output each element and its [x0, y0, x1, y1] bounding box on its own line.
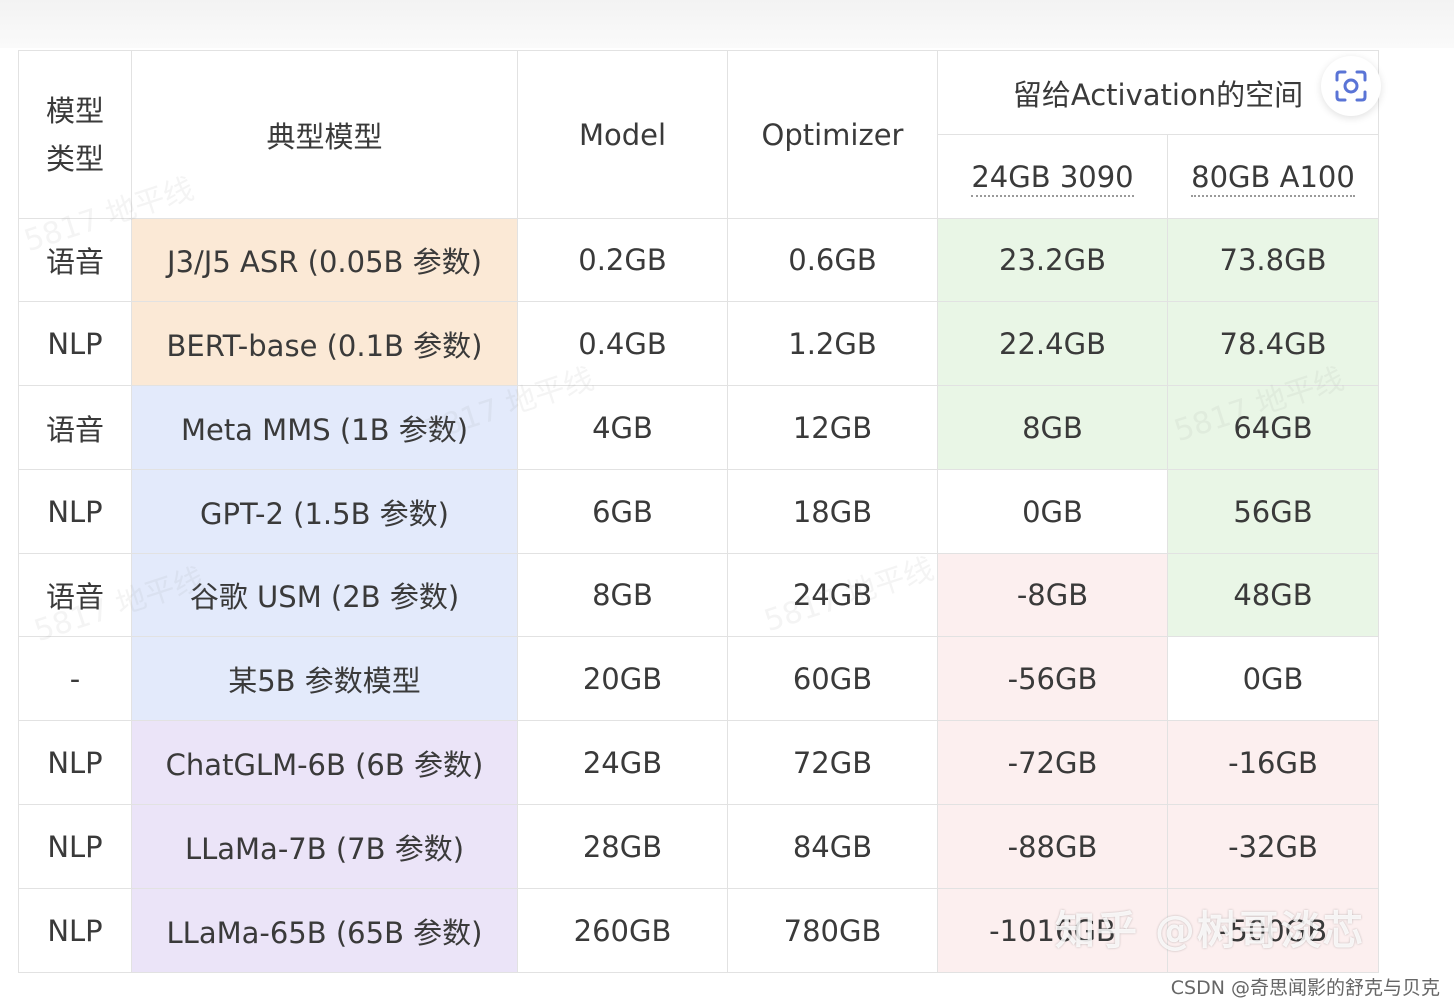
cell-model-size: 24GB: [517, 720, 728, 805]
table-row: 语音 谷歌 USM (2B 参数) 8GB 24GB -8GB 48GB: [18, 553, 1379, 637]
cell-model-name: J3/J5 ASR (0.05B 参数): [131, 218, 518, 302]
cell-optimizer-size: 24GB: [727, 553, 938, 637]
cell-optimizer-size: 60GB: [727, 636, 938, 721]
header-gpu-a100-label: 80GB A100: [1191, 159, 1355, 197]
table-row: NLP BERT-base (0.1B 参数) 0.4GB 1.2GB 22.4…: [18, 301, 1379, 386]
cell-type: -: [18, 636, 132, 721]
header-activation: 留给Activation的空间: [937, 50, 1379, 135]
header-model-type-line1: 模型: [45, 93, 104, 128]
cell-type: NLP: [18, 804, 132, 889]
cell-type: 语音: [18, 218, 132, 302]
header-optimizer: Optimizer: [727, 50, 938, 219]
cell-activation-3090: -56GB: [937, 636, 1168, 721]
cell-activation-a100: 73.8GB: [1167, 218, 1379, 302]
cell-model-name: BERT-base (0.1B 参数): [131, 301, 518, 386]
cell-model-name: Meta MMS (1B 参数): [131, 385, 518, 470]
header-gpu-3090: 24GB 3090: [937, 134, 1168, 219]
cell-type: 语音: [18, 553, 132, 637]
cell-activation-a100: -16GB: [1167, 720, 1379, 805]
cell-optimizer-size: 84GB: [727, 804, 938, 889]
cell-activation-3090: 22.4GB: [937, 301, 1168, 386]
csdn-credit: CSDN @奇思闻影的舒克与贝克: [1170, 977, 1440, 999]
header-model: Model: [517, 50, 728, 219]
cell-type: NLP: [18, 301, 132, 386]
cell-activation-a100: 78.4GB: [1167, 301, 1379, 386]
cell-type: NLP: [18, 469, 132, 554]
header-gpu-a100: 80GB A100: [1167, 134, 1379, 219]
top-bar: [0, 0, 1454, 48]
cell-activation-3090: -8GB: [937, 553, 1168, 637]
cell-type: NLP: [18, 888, 132, 973]
cell-optimizer-size: 780GB: [727, 888, 938, 973]
header-model-type-line2: 类型: [45, 141, 104, 176]
scan-icon: [1335, 70, 1367, 102]
header-typical-model: 典型模型: [131, 50, 518, 219]
cell-optimizer-size: 72GB: [727, 720, 938, 805]
cell-model-name: 某5B 参数模型: [131, 636, 518, 721]
cell-model-name: LLaMa-65B (65B 参数): [131, 888, 518, 973]
cell-activation-a100: 0GB: [1167, 636, 1379, 721]
memory-table: 模型 类型 典型模型 Model Optimizer 留给Activation的…: [18, 50, 1379, 973]
table-row: 语音 Meta MMS (1B 参数) 4GB 12GB 8GB 64GB: [18, 385, 1379, 470]
scan-button[interactable]: [1321, 56, 1381, 116]
cell-activation-a100: 56GB: [1167, 469, 1379, 554]
cell-optimizer-size: 1.2GB: [727, 301, 938, 386]
cell-optimizer-size: 18GB: [727, 469, 938, 554]
header-model-type: 模型 类型: [18, 50, 132, 219]
cell-model-name: LLaMa-7B (7B 参数): [131, 804, 518, 889]
zhihu-watermark: 知乎 @树哥淡芯: [1055, 908, 1365, 954]
cell-model-size: 28GB: [517, 804, 728, 889]
table-row: NLP LLaMa-7B (7B 参数) 28GB 84GB -88GB -32…: [18, 804, 1379, 889]
header-gpu-3090-label: 24GB 3090: [971, 159, 1134, 197]
table-row: NLP GPT-2 (1.5B 参数) 6GB 18GB 0GB 56GB: [18, 469, 1379, 554]
cell-activation-a100: -32GB: [1167, 804, 1379, 889]
cell-activation-3090: 0GB: [937, 469, 1168, 554]
cell-model-size: 20GB: [517, 636, 728, 721]
cell-type: 语音: [18, 385, 132, 470]
cell-activation-3090: -88GB: [937, 804, 1168, 889]
cell-model-size: 8GB: [517, 553, 728, 637]
cell-activation-3090: -72GB: [937, 720, 1168, 805]
cell-model-size: 0.2GB: [517, 218, 728, 302]
cell-model-name: GPT-2 (1.5B 参数): [131, 469, 518, 554]
table-row: - 某5B 参数模型 20GB 60GB -56GB 0GB: [18, 636, 1379, 721]
cell-model-size: 260GB: [517, 888, 728, 973]
cell-activation-3090: 23.2GB: [937, 218, 1168, 302]
table-row: 语音 J3/J5 ASR (0.05B 参数) 0.2GB 0.6GB 23.2…: [18, 218, 1379, 302]
cell-model-name: ChatGLM-6B (6B 参数): [131, 720, 518, 805]
cell-activation-a100: 64GB: [1167, 385, 1379, 470]
cell-model-size: 0.4GB: [517, 301, 728, 386]
cell-activation-3090: 8GB: [937, 385, 1168, 470]
cell-optimizer-size: 12GB: [727, 385, 938, 470]
cell-type: NLP: [18, 720, 132, 805]
cell-model-size: 4GB: [517, 385, 728, 470]
table-row: NLP ChatGLM-6B (6B 参数) 24GB 72GB -72GB -…: [18, 720, 1379, 805]
cell-model-size: 6GB: [517, 469, 728, 554]
cell-model-name: 谷歌 USM (2B 参数): [131, 553, 518, 637]
cell-optimizer-size: 0.6GB: [727, 218, 938, 302]
cell-activation-a100: 48GB: [1167, 553, 1379, 637]
